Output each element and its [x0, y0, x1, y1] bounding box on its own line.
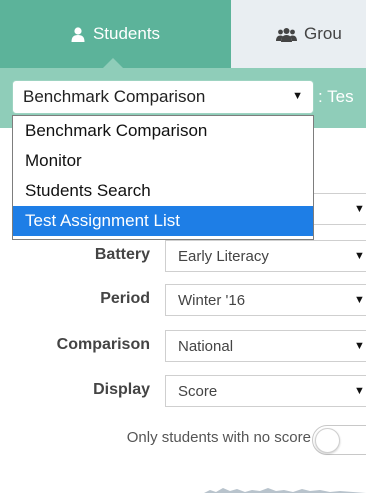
tab-students[interactable]: Students — [0, 0, 231, 68]
menu-item-benchmark-comparison[interactable]: Benchmark Comparison — [13, 116, 313, 146]
filter-row-comparison: Comparison National ▼ — [0, 330, 366, 362]
caret-down-icon: ▼ — [292, 90, 303, 102]
battery-label: Battery — [94, 246, 150, 263]
tab-groups[interactable]: Grou — [231, 0, 366, 68]
period-value: Winter '16 — [178, 291, 246, 309]
report-select-value: Benchmark Comparison — [23, 87, 206, 106]
period-select[interactable]: Winter '16 ▼ — [165, 284, 366, 316]
report-select[interactable]: Benchmark Comparison ▼ — [12, 80, 314, 114]
toolbar-suffix-text: : Tes — [318, 87, 354, 106]
toggle-knob — [315, 428, 340, 453]
menu-item-test-assignment-list[interactable]: Test Assignment List — [13, 206, 313, 236]
comparison-value: National — [178, 337, 234, 355]
no-score-toggle-label: Only students with no score — [126, 429, 311, 446]
active-tab-pointer — [103, 58, 123, 68]
top-tabs: Students Grou — [0, 0, 366, 68]
chart-fragment — [204, 488, 366, 493]
tab-students-label: Students — [92, 24, 161, 43]
menu-item-students-search[interactable]: Students Search — [13, 176, 313, 206]
display-select[interactable]: Score ▼ — [165, 375, 366, 407]
display-value: Score — [178, 382, 218, 400]
caret-down-icon: ▼ — [354, 250, 365, 262]
display-label: Display — [93, 381, 150, 398]
battery-select[interactable]: Early Literacy ▼ — [165, 240, 366, 272]
tab-groups-label: Grou — [304, 24, 342, 43]
menu-item-monitor[interactable]: Monitor — [13, 146, 313, 176]
no-score-toggle-row: Only students with no score — [0, 425, 366, 455]
comparison-label: Comparison — [56, 336, 150, 353]
caret-down-icon: ▼ — [354, 340, 365, 352]
filter-row-period: Period Winter '16 ▼ — [0, 284, 366, 316]
caret-down-icon: ▼ — [354, 385, 365, 397]
filter-row-battery: Battery Early Literacy ▼ — [0, 240, 366, 272]
report-dropdown-menu: Benchmark Comparison Monitor Students Se… — [12, 115, 314, 240]
caret-down-icon: ▼ — [354, 203, 365, 215]
period-label: Period — [100, 290, 150, 307]
comparison-select[interactable]: National ▼ — [165, 330, 366, 362]
users-group-icon — [276, 27, 297, 42]
user-icon — [71, 26, 85, 42]
filter-row-display: Display Score ▼ — [0, 375, 366, 407]
caret-down-icon: ▼ — [354, 294, 365, 306]
battery-value: Early Literacy — [178, 247, 269, 265]
no-score-toggle[interactable] — [312, 425, 366, 455]
